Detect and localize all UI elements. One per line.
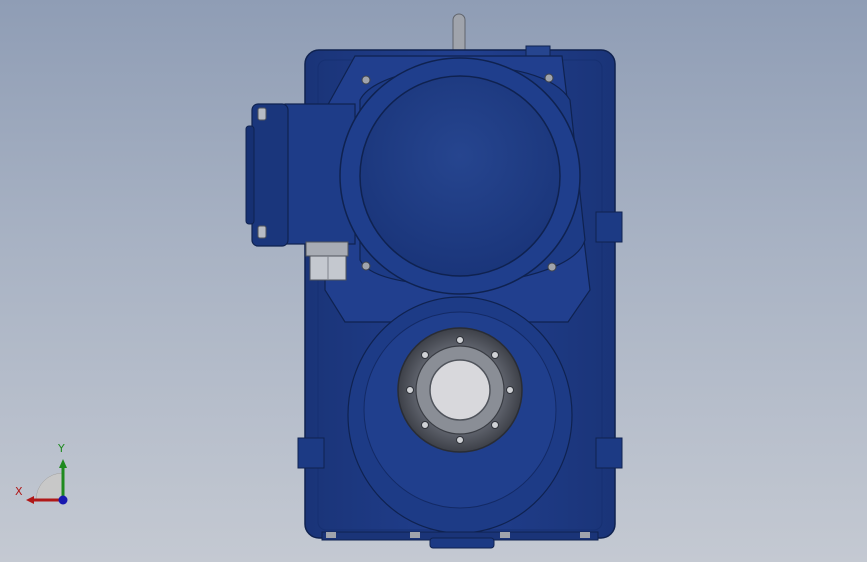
- cap-bolt-tr: [544, 73, 554, 83]
- lug-left-lower: [297, 437, 325, 469]
- flange-bolt: [456, 336, 464, 344]
- cap-bolt-br: [547, 262, 557, 272]
- hex-plug-cap: [305, 241, 349, 257]
- coordinate-triad: [26, 459, 68, 505]
- flange-bolt: [456, 436, 464, 444]
- gearbox-model[interactable]: [0, 0, 867, 562]
- foot-bolt: [500, 532, 510, 538]
- triad-plane-indicator: [35, 472, 64, 501]
- flange-bolt: [491, 351, 499, 359]
- flange-bolt: [506, 386, 514, 394]
- cap-bolt-tl: [361, 75, 371, 85]
- adapter-bolt-top: [257, 107, 267, 121]
- triad-y-arrow: [59, 459, 67, 468]
- foot-bolt: [580, 532, 590, 538]
- circular-cap: [359, 75, 561, 277]
- foot-bolt: [326, 532, 336, 538]
- flange-bolt: [421, 421, 429, 429]
- foot-bolt: [410, 532, 420, 538]
- lug-right-lower: [595, 437, 623, 469]
- cap-bolt-bl: [361, 261, 371, 271]
- adapter-bolt-bottom: [257, 225, 267, 239]
- bottom-foot-center: [429, 537, 495, 549]
- triad-y-label: Y: [58, 442, 65, 455]
- top-bolt-block: [525, 45, 551, 57]
- flange-bolt: [421, 351, 429, 359]
- triad-x-arrow: [26, 496, 34, 504]
- model-viewport[interactable]: Y X: [0, 0, 867, 562]
- flange-bolt: [491, 421, 499, 429]
- adapter-rim: [245, 125, 255, 225]
- triad-x-label: X: [15, 485, 23, 498]
- triad-z-axis: [58, 495, 68, 505]
- flange-bolt: [406, 386, 414, 394]
- lug-right-upper: [595, 211, 623, 243]
- motor-adapter-flange: [251, 103, 289, 247]
- output-bore: [429, 359, 491, 421]
